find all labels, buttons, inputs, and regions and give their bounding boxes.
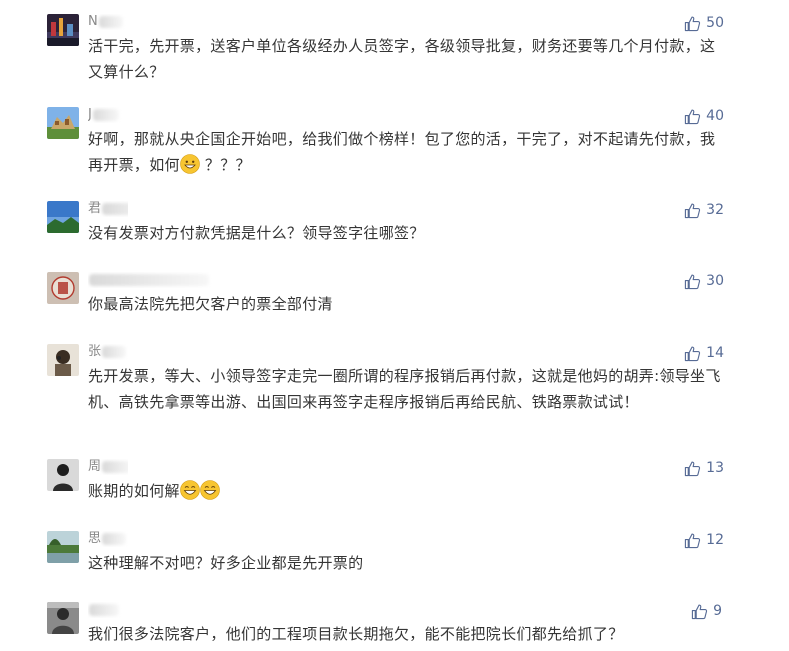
like-count: 50	[706, 15, 724, 31]
avatar[interactable]	[47, 107, 79, 139]
nickname[interactable]: 君	[88, 201, 128, 217]
like-button[interactable]: 13	[684, 459, 724, 477]
comment-text: 我们很多法院客户，他们的工程项目款长期拖欠，能不能把院长们都先给抓了？	[88, 625, 624, 643]
nickname[interactable]	[88, 602, 128, 618]
grinning-face-emoji	[200, 480, 220, 500]
thumbs-up-icon	[685, 16, 701, 31]
thumbs-up-icon	[685, 203, 701, 218]
like-button[interactable]: 32	[684, 201, 724, 219]
thumbs-up-icon	[685, 461, 701, 476]
like-count: 12	[706, 532, 724, 548]
thumbs-up-icon	[691, 604, 708, 619]
avatar[interactable]	[47, 272, 79, 304]
like-button[interactable]: 40	[684, 107, 724, 125]
avatar[interactable]	[47, 201, 79, 233]
nickname[interactable]: 张	[88, 344, 128, 360]
like-button[interactable]: 30	[684, 272, 724, 290]
nickname[interactable]: J	[88, 107, 128, 123]
like-count: 13	[706, 460, 724, 476]
like-count: 14	[706, 345, 724, 361]
thumbs-up-icon	[685, 346, 701, 361]
thumbs-up-icon	[685, 274, 701, 289]
avatar[interactable]	[47, 602, 79, 634]
avatar[interactable]	[47, 344, 79, 376]
thumbs-up-icon	[685, 109, 701, 124]
comment-text: 你最高法院先把欠客户的票全部付清	[88, 295, 333, 313]
like-count: 30	[706, 273, 724, 289]
comment-text: 这种理解不对吧？好多企业都是先开票的	[88, 554, 364, 572]
like-count: 9	[713, 603, 722, 619]
like-button[interactable]: 12	[684, 531, 724, 549]
comment-text: 没有发票对方付款凭据是什么？领导签字往哪签？	[88, 224, 425, 242]
comment-text: 好啊，那就从央企国企开始吧，给我们做个榜样！包了您的活，干完了，对不起请先付款，…	[88, 130, 716, 174]
comment-text: 先开发票，等大、小领导签字走完一圈所谓的程序报销后再付款，这就是他妈的胡弄:领导…	[88, 367, 721, 411]
nickname[interactable]: 思	[88, 531, 128, 547]
thumbs-up-icon	[685, 533, 701, 548]
like-count: 32	[706, 202, 724, 218]
avatar[interactable]	[47, 531, 79, 563]
like-button[interactable]: 50	[684, 14, 724, 32]
nickname[interactable]	[88, 272, 218, 288]
grinning-face-emoji	[180, 480, 200, 500]
like-button[interactable]: 9	[691, 602, 722, 620]
like-count: 40	[706, 108, 724, 124]
comment-text: 活干完，先开票，送客户单位各级经办人员签字，各级领导批复，财务还要等几个月付款，…	[88, 37, 716, 81]
avatar[interactable]	[47, 14, 79, 46]
grinning-face-emoji	[180, 154, 200, 174]
nickname[interactable]: N	[88, 14, 128, 30]
avatar[interactable]	[47, 459, 79, 491]
nickname[interactable]: 周	[88, 459, 128, 475]
like-button[interactable]: 14	[684, 344, 724, 362]
comment-text: 账期的如何解	[88, 478, 728, 504]
